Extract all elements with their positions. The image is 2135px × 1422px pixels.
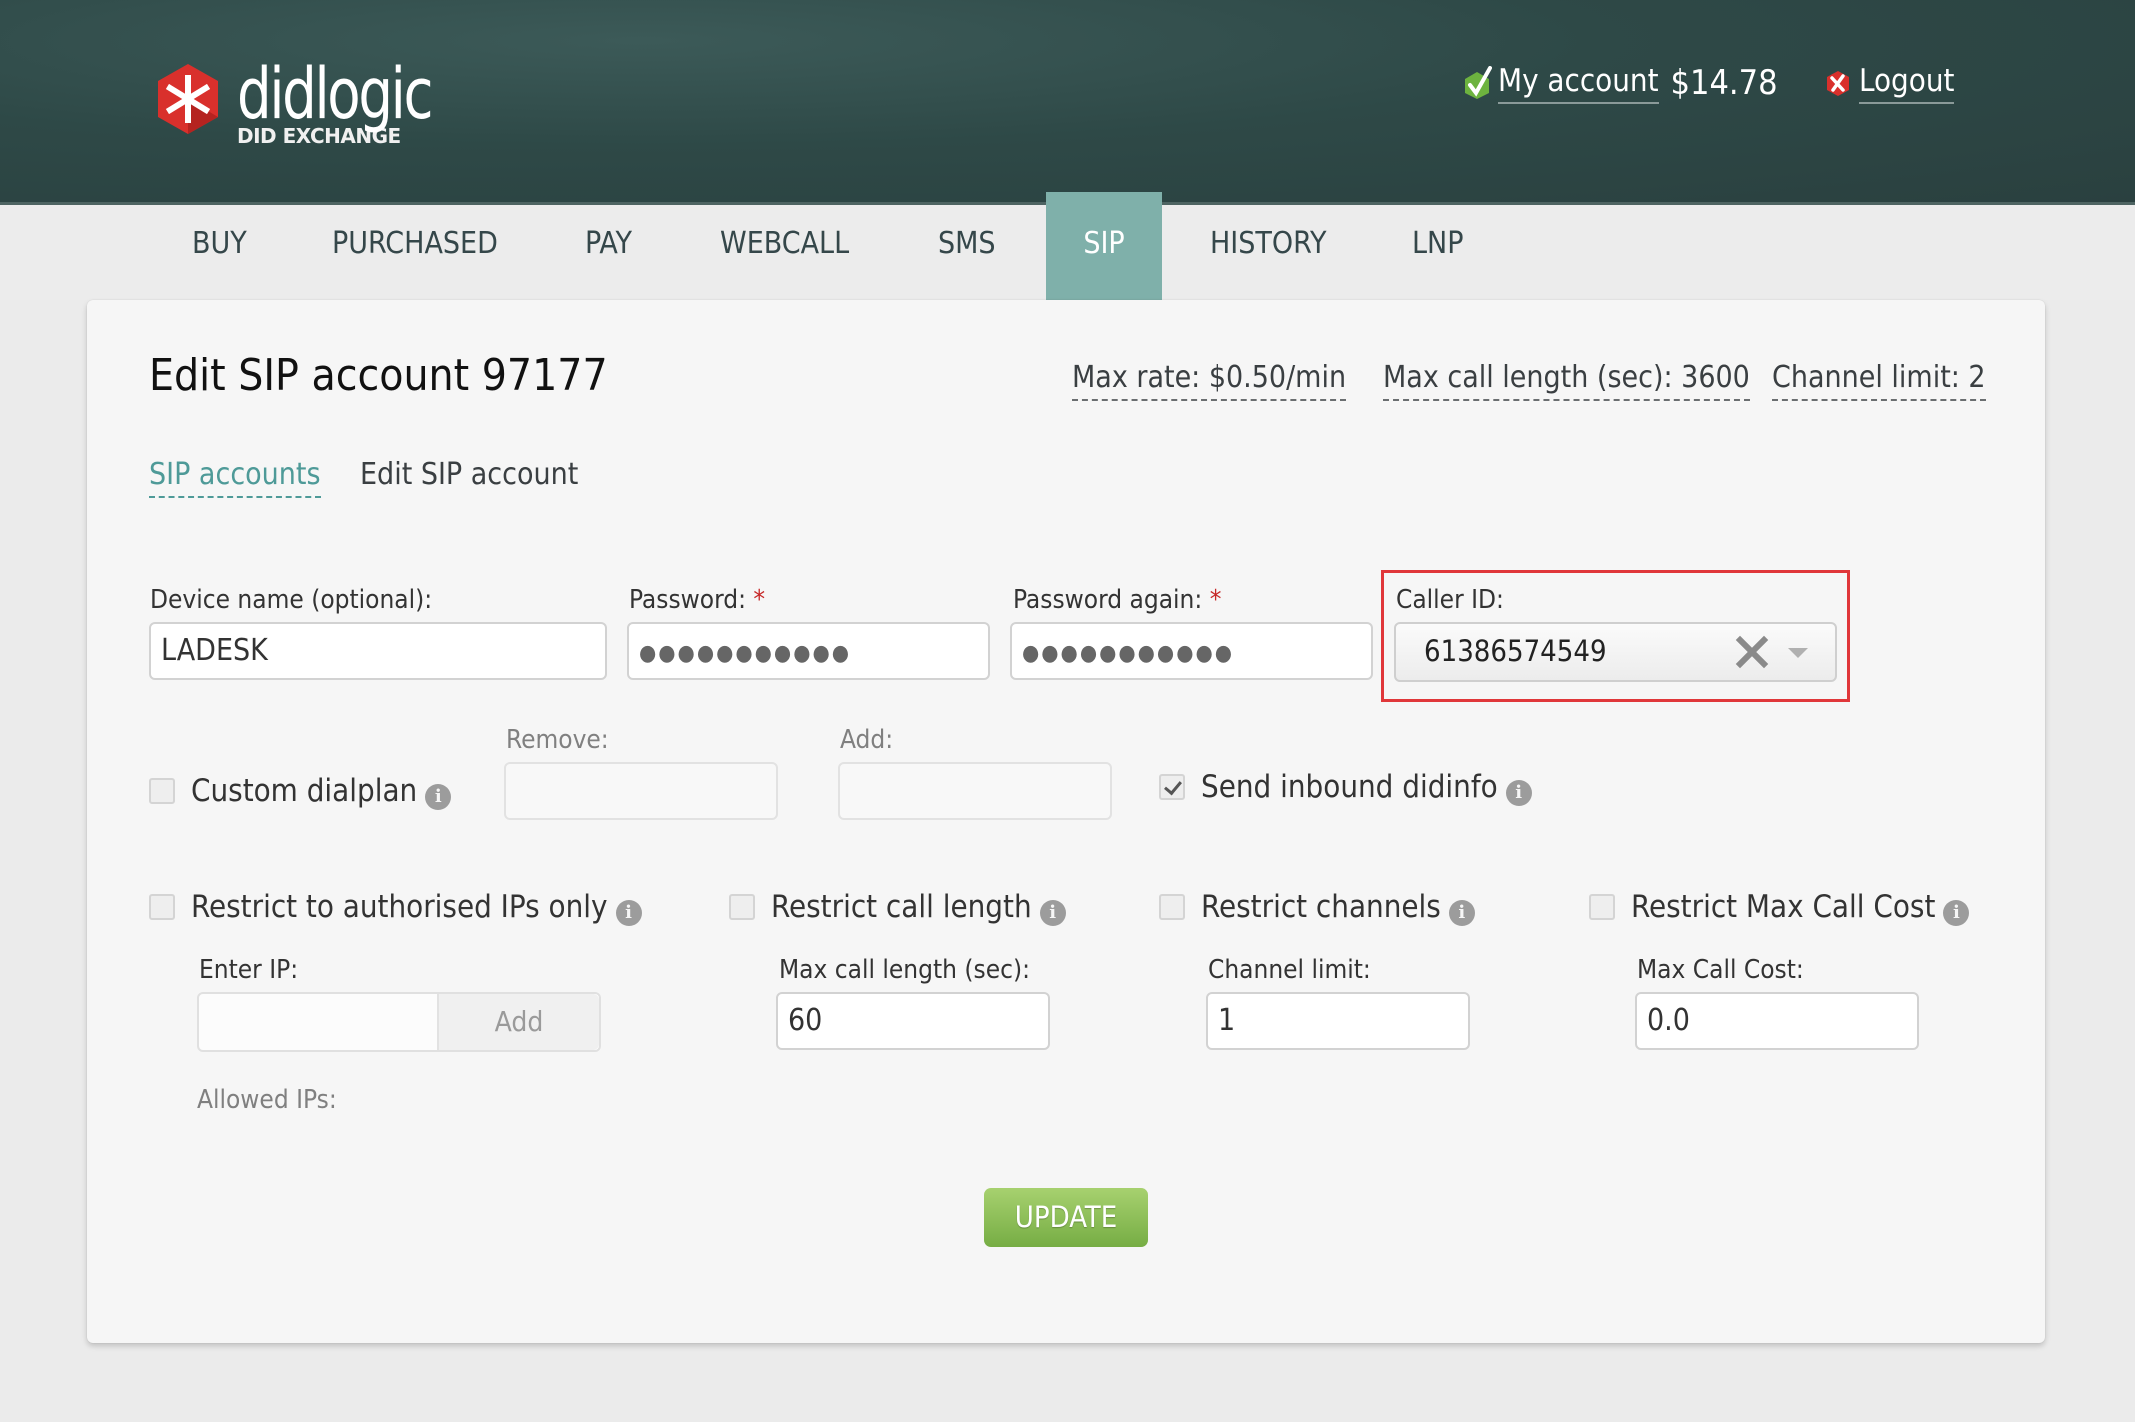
send-inbound-didinfo-option[interactable]: Send inbound didinfo i bbox=[1159, 768, 1532, 806]
restrict-channels-checkbox[interactable] bbox=[1159, 894, 1185, 920]
page-title: Edit SIP account 97177 bbox=[149, 350, 608, 401]
add-input[interactable] bbox=[838, 762, 1112, 820]
device-name-label: Device name (optional): bbox=[150, 585, 433, 615]
restrict-channels-option[interactable]: Restrict channels i bbox=[1159, 888, 1475, 926]
red-x-icon bbox=[1827, 71, 1849, 96]
logo-name: didlogic bbox=[237, 53, 434, 135]
breadcrumb-current: Edit SIP account bbox=[360, 457, 579, 492]
send-inbound-didinfo-label: Send inbound didinfo bbox=[1201, 769, 1498, 805]
custom-dialplan-label: Custom dialplan bbox=[191, 773, 418, 809]
green-check-icon bbox=[1465, 66, 1492, 99]
max-call-length-stat[interactable]: Max call length (sec): 3600 bbox=[1383, 360, 1750, 401]
logo[interactable]: didlogic DID EXCHANGE bbox=[155, 58, 486, 148]
password-again-value: ●●●●●●●●●●● bbox=[1022, 641, 1235, 666]
restrict-ips-checkbox[interactable] bbox=[149, 894, 175, 920]
caller-id-label: Caller ID: bbox=[1396, 585, 1504, 615]
password-again-input[interactable]: ●●●●●●●●●●● bbox=[1010, 622, 1373, 680]
nav-item-history[interactable]: HISTORY bbox=[1210, 205, 1326, 300]
device-name-value: LADESK bbox=[161, 633, 268, 668]
max-call-length-label: Max call length (sec): bbox=[779, 955, 1030, 985]
max-call-cost-value: 0.0 bbox=[1647, 1003, 1690, 1038]
max-call-cost-label: Max Call Cost: bbox=[1637, 955, 1804, 985]
site-header: didlogic DID EXCHANGE My account $14.78 … bbox=[0, 0, 2135, 205]
channel-limit-input[interactable]: 1 bbox=[1206, 992, 1470, 1050]
remove-input[interactable] bbox=[504, 762, 778, 820]
nav-item-webcall[interactable]: WEBCALL bbox=[720, 205, 849, 300]
edit-sip-card: Edit SIP account 97177 Max rate: $0.50/m… bbox=[87, 300, 2045, 1343]
restrict-max-call-cost-option[interactable]: Restrict Max Call Cost i bbox=[1589, 888, 1970, 926]
chevron-down-icon[interactable] bbox=[1788, 648, 1808, 658]
clear-icon[interactable] bbox=[1734, 632, 1770, 672]
restrict-call-length-label: Restrict call length bbox=[771, 889, 1032, 925]
update-button[interactable]: UPDATE bbox=[984, 1188, 1148, 1247]
add-label: Add: bbox=[840, 725, 894, 755]
password-label-text: Password: bbox=[629, 585, 746, 615]
channel-limit-value: 1 bbox=[1218, 1003, 1236, 1038]
nav-item-purchased[interactable]: PURCHASED bbox=[332, 205, 498, 300]
nav-item-pay[interactable]: PAY bbox=[585, 205, 632, 300]
max-call-cost-input[interactable]: 0.0 bbox=[1635, 992, 1919, 1050]
custom-dialplan-checkbox[interactable] bbox=[149, 778, 175, 804]
enter-ip-input[interactable] bbox=[199, 994, 439, 1050]
main-nav: BUY PURCHASED PAY WEBCALL SMS SIP HISTOR… bbox=[0, 192, 2135, 300]
enter-ip-label: Enter IP: bbox=[199, 955, 299, 985]
max-rate-stat[interactable]: Max rate: $0.50/min bbox=[1072, 360, 1347, 401]
channel-limit-label: Channel limit: bbox=[1208, 955, 1371, 985]
channel-limit-stat[interactable]: Channel limit: 2 bbox=[1772, 360, 1986, 401]
info-icon[interactable]: i bbox=[1039, 900, 1066, 926]
add-ip-button[interactable]: Add bbox=[437, 994, 599, 1050]
remove-label: Remove: bbox=[506, 725, 609, 755]
password-label: Password: * bbox=[629, 585, 765, 615]
restrict-max-call-cost-checkbox[interactable] bbox=[1589, 894, 1615, 920]
info-icon[interactable]: i bbox=[615, 900, 642, 926]
restrict-ips-option[interactable]: Restrict to authorised IPs only i bbox=[149, 888, 642, 926]
password-again-label: Password again: * bbox=[1013, 585, 1221, 615]
info-icon[interactable]: i bbox=[425, 784, 452, 810]
restrict-call-length-checkbox[interactable] bbox=[729, 894, 755, 920]
restrict-call-length-option[interactable]: Restrict call length i bbox=[729, 888, 1066, 926]
caller-id-select[interactable]: 61386574549 bbox=[1394, 622, 1837, 682]
send-inbound-didinfo-checkbox[interactable] bbox=[1159, 774, 1185, 800]
info-icon[interactable]: i bbox=[1505, 780, 1532, 806]
restrict-ips-label: Restrict to authorised IPs only bbox=[191, 889, 608, 925]
nav-item-lnp[interactable]: LNP bbox=[1412, 205, 1464, 300]
info-icon[interactable]: i bbox=[1448, 900, 1475, 926]
restrict-channels-label: Restrict channels bbox=[1201, 889, 1441, 925]
restrict-max-call-cost-label: Restrict Max Call Cost bbox=[1631, 889, 1936, 925]
nav-item-buy[interactable]: BUY bbox=[192, 205, 247, 300]
required-mark: * bbox=[1209, 585, 1222, 615]
device-name-input[interactable]: LADESK bbox=[149, 622, 607, 680]
account-area: My account $14.78 bbox=[1462, 62, 1778, 104]
account-balance: $14.78 bbox=[1670, 63, 1778, 103]
required-mark: * bbox=[753, 585, 766, 615]
my-account-link[interactable]: My account bbox=[1498, 62, 1659, 104]
nav-item-sms[interactable]: SMS bbox=[938, 205, 996, 300]
caller-id-value: 61386574549 bbox=[1424, 634, 1607, 668]
max-call-length-value: 60 bbox=[788, 1003, 823, 1038]
allowed-ips-label: Allowed IPs: bbox=[197, 1085, 337, 1115]
custom-dialplan-option[interactable]: Custom dialplan i bbox=[149, 772, 452, 810]
password-again-label-text: Password again: bbox=[1013, 585, 1203, 615]
max-call-length-input[interactable]: 60 bbox=[776, 992, 1050, 1050]
asterisk-hexagon-logo-icon bbox=[158, 64, 218, 134]
password-input[interactable]: ●●●●●●●●●●● bbox=[627, 622, 990, 680]
nav-item-sip[interactable]: SIP bbox=[1046, 192, 1162, 300]
password-value: ●●●●●●●●●●● bbox=[639, 641, 852, 666]
logout-area: Logout bbox=[1825, 62, 1955, 104]
logout-link[interactable]: Logout bbox=[1859, 62, 1955, 104]
enter-ip-group: Add bbox=[197, 992, 601, 1052]
breadcrumb-sip-accounts[interactable]: SIP accounts bbox=[149, 457, 321, 498]
info-icon[interactable]: i bbox=[1943, 900, 1970, 926]
